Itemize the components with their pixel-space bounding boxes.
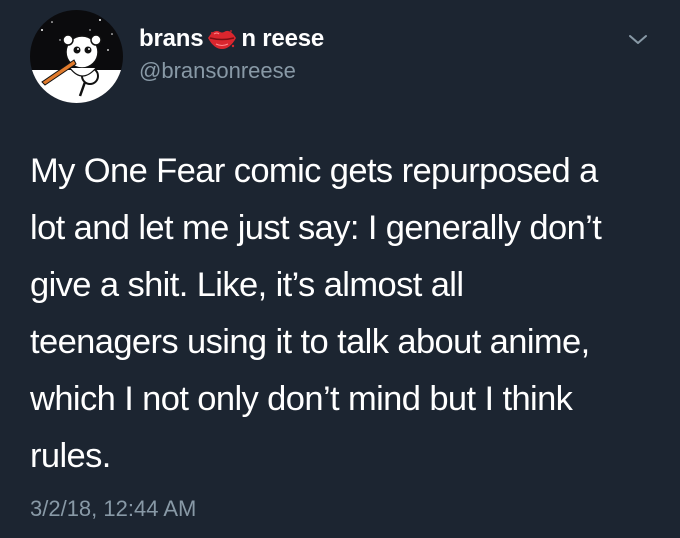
tweet-text-line: lot and let me just say: I generally don… bbox=[30, 209, 602, 247]
tweet-text-line: rules. bbox=[30, 437, 111, 475]
tweet-timestamp[interactable]: 3/2/18, 12:44 AM bbox=[30, 496, 196, 522]
display-name-part-1: brans bbox=[139, 25, 204, 52]
avatar[interactable] bbox=[30, 10, 123, 103]
avatar-image bbox=[30, 10, 123, 103]
tweet-text: My One Fear comic gets repurposed a lot … bbox=[30, 143, 662, 485]
tweet-text-line: which I not only don’t mind but I think bbox=[30, 380, 573, 418]
tweet-text-line: give a shit. Like, it’s almost all bbox=[30, 266, 464, 304]
user-handle[interactable]: @bransonreese bbox=[139, 58, 296, 84]
lips-icon bbox=[206, 25, 238, 53]
tweet-card: brans n reese @bransonreese My One Fear … bbox=[0, 0, 680, 538]
tweet-text-line: My One Fear comic gets repurposed a bbox=[30, 152, 598, 190]
display-name[interactable]: brans n reese bbox=[139, 22, 324, 56]
tweet-text-line: teenagers using it to talk about anime, bbox=[30, 323, 590, 361]
display-name-part-2: n reese bbox=[241, 25, 325, 52]
chevron-down-icon[interactable] bbox=[624, 28, 652, 50]
